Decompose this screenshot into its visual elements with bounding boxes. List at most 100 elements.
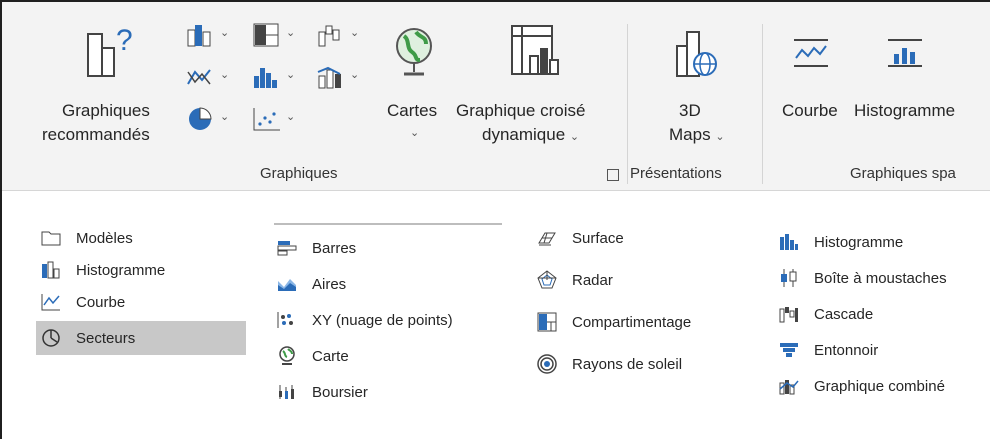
pie-chart-icon (40, 328, 62, 348)
stock-chart-icon (276, 382, 298, 402)
chart-type-box-whisker[interactable]: Boîte à moustaches (778, 263, 947, 293)
chevron-down-icon: ⌄ (220, 27, 230, 39)
pivot-label-2: dynamique ⌄ (482, 124, 579, 148)
chart-type-label: Rayons de soleil (572, 355, 683, 373)
menu-item-label: Secteurs (76, 329, 136, 347)
chart-type-histogram[interactable]: Histogramme (778, 227, 903, 257)
chart-type-label: Boursier (312, 383, 368, 401)
chevron-down-icon: ⌄ (410, 127, 420, 139)
chevron-down-icon: ⌄ (220, 69, 230, 81)
hierarchy-chart-dropdown[interactable]: ⌄ (252, 22, 308, 52)
sparklines-group-label: Graphiques spa (850, 165, 956, 182)
chart-type-funnel[interactable]: Entonnoir (778, 335, 878, 365)
pie-chart-dropdown[interactable]: ⌄ (186, 106, 242, 136)
3d-maps-label-1: 3D (679, 101, 701, 120)
chevron-down-icon: ⌄ (220, 111, 230, 123)
chart-type-label: Entonnoir (814, 341, 879, 359)
chart-type-label: Boîte à moustaches (814, 269, 947, 287)
insert-ribbon: ? Graphiques recommandés ⌄ ⌄ ⌄ ⌄ ⌄ ⌄ ⌄ ⌄… (2, 2, 990, 191)
recommended-charts-button[interactable]: ? Graphiques recommandés (42, 16, 177, 156)
globe-icon (392, 26, 436, 82)
column-chart-icon (187, 25, 211, 47)
svg-text:?: ? (116, 24, 133, 57)
histogram-chart-icon (254, 68, 277, 88)
chart-type-label: XY (nuage de points) (312, 311, 453, 329)
chart-type-label: Compartimentage (572, 313, 692, 331)
menu-item-label: Modèles (76, 229, 133, 247)
chevron-down-icon: ⌄ (286, 111, 296, 123)
sunburst-chart-icon (536, 354, 558, 374)
chart-type-combo[interactable]: Graphique combiné (778, 371, 945, 401)
chart-type-map[interactable]: Carte (276, 341, 349, 371)
map-chart-icon (276, 346, 298, 366)
scatter-chart-icon (253, 108, 280, 131)
histogram-chart-icon (778, 232, 800, 252)
recommended-label-2: recommandés (42, 125, 150, 144)
bar-chart-icon (276, 238, 298, 258)
chart-type-treemap[interactable]: Compartimentage (536, 307, 691, 337)
pie-chart-icon (189, 107, 212, 130)
waterfall-chart-icon (778, 304, 800, 324)
sparkline-column-button[interactable]: Histogramme (850, 16, 980, 126)
scatter-chart-icon (276, 310, 298, 330)
line-chart-icon (187, 69, 211, 85)
chart-type-scatter[interactable]: XY (nuage de points) (276, 305, 502, 335)
menu-item-column[interactable]: Histogramme (40, 255, 246, 285)
pivot-label-2-text: dynamique (482, 125, 566, 144)
recommended-charts-icon: ? (84, 22, 138, 80)
treemap-chart-icon (536, 312, 558, 332)
menu-item-templates[interactable]: Modèles (40, 223, 246, 253)
column-chart-icon (40, 260, 62, 280)
waterfall-chart-dropdown[interactable]: ⌄ (316, 22, 372, 52)
combo-chart-dropdown[interactable]: ⌄ (316, 64, 372, 94)
chevron-down-icon: ⌄ (569, 131, 580, 143)
charts-group-label: Graphiques (260, 165, 338, 182)
pivot-chart-button[interactable]: Graphique croisé dynamique ⌄ (452, 16, 622, 156)
menu-item-pie[interactable]: Secteurs (36, 321, 246, 355)
chart-type-label: Carte (312, 347, 349, 365)
chart-type-label: Histogramme (814, 233, 904, 251)
line-chart-dropdown[interactable]: ⌄ (186, 64, 242, 94)
chart-type-label: Aires (312, 275, 347, 293)
3d-maps-label-2: Maps ⌄ (669, 124, 725, 148)
3d-maps-button[interactable]: 3D Maps ⌄ (637, 16, 755, 156)
chevron-down-icon: ⌄ (286, 27, 296, 39)
group-separator (762, 24, 763, 184)
chart-type-radar[interactable]: Radar (536, 265, 613, 295)
area-chart-icon (276, 274, 298, 294)
column-chart-dropdown[interactable]: ⌄ (186, 22, 242, 52)
menu-item-line[interactable]: Courbe (40, 287, 246, 317)
dialog-launcher-icon[interactable] (607, 169, 619, 181)
treemap-chart-icon (253, 23, 279, 47)
chart-type-label: Barres (312, 239, 357, 257)
chart-type-area[interactable]: Aires (276, 269, 346, 299)
chart-type-label: Graphique combiné (814, 377, 945, 395)
chart-type-panel: Modèles Histogramme Courbe Secteurs Barr… (2, 191, 990, 439)
maps-button[interactable]: Cartes ⌄ (382, 16, 450, 156)
box-whisker-chart-icon (778, 268, 800, 288)
chevron-down-icon: ⌄ (350, 69, 360, 81)
pivot-label-1: Graphique croisé (456, 101, 586, 120)
menu-item-label: Courbe (76, 293, 126, 311)
group-separator (627, 24, 628, 184)
chart-type-bar[interactable]: Barres (276, 233, 356, 263)
chart-type-label: Radar (572, 271, 613, 289)
column-divider-line (274, 223, 502, 225)
chevron-down-icon: ⌄ (286, 69, 296, 81)
scatter-chart-dropdown[interactable]: ⌄ (252, 106, 308, 136)
sparkline-line-button[interactable]: Courbe (778, 16, 844, 126)
radar-chart-icon (536, 270, 558, 290)
recommended-label-1: Graphiques (62, 101, 150, 120)
statistic-chart-dropdown[interactable]: ⌄ (252, 64, 308, 94)
sparkline-column-label: Histogramme (854, 101, 956, 120)
combo-chart-icon (317, 66, 341, 89)
presentations-group-label: Présentations (630, 165, 722, 182)
chart-type-sunburst[interactable]: Rayons de soleil (536, 349, 682, 379)
chart-type-waterfall[interactable]: Cascade (778, 299, 873, 329)
chart-type-label: Cascade (814, 305, 874, 323)
3d-maps-icon (673, 26, 719, 82)
maps-label: Cartes (387, 101, 438, 120)
chart-type-stock[interactable]: Boursier (276, 377, 368, 407)
chart-type-surface[interactable]: Surface (536, 223, 624, 253)
sparkline-column-icon (886, 36, 924, 70)
